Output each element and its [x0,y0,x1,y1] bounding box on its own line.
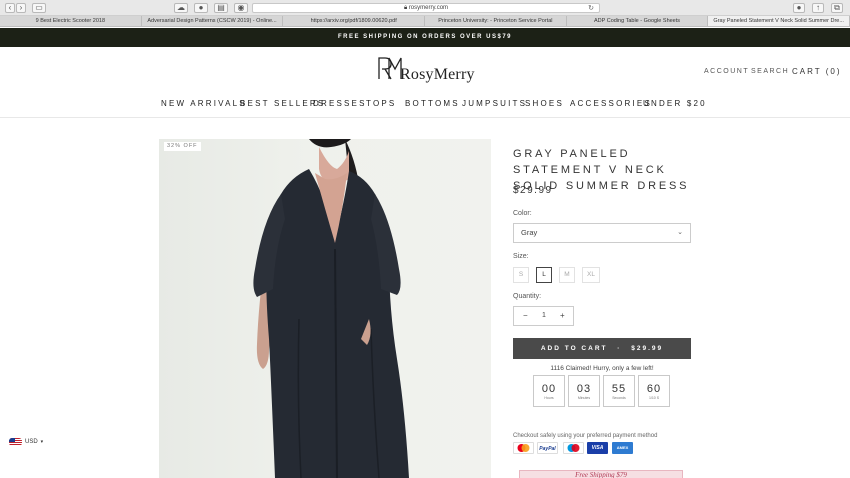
nav-item-jumpsuits[interactable]: JUMPSUITS [462,99,527,108]
countdown-minutes: 03 Minutes [568,375,600,407]
header-divider [0,117,850,118]
countdown-seconds: 55 Seconds [603,375,635,407]
site-logo[interactable]: RosyMerry [376,55,476,85]
size-label: Size: [513,253,529,260]
color-label: Color: [513,210,532,217]
reader-icon[interactable]: ▤ [214,3,228,13]
countdown-unit: Seconds [612,396,626,400]
nav-item-accessories[interactable]: ACCESSORIES [570,99,652,108]
product-price: $29.99 [513,185,553,196]
add-to-cart-price: $29.99 [631,345,664,352]
countdown-value: 55 [611,383,627,395]
visa-icon: VISA [587,442,608,454]
share-icon[interactable]: ↑ [812,3,824,13]
currency-code: USD [25,439,38,445]
amex-icon: AMEX [612,442,633,454]
tabs-overview-icon[interactable]: ⧉ [831,3,843,13]
currency-selector[interactable]: USD ▾ [9,436,43,448]
tab-bar: 9 Best Electric Scooter 2018 Adversarial… [0,16,850,27]
claimed-text: 1116 Claimed! Hurry, only a few left! [550,365,654,372]
chevron-down-icon: ⌄ [677,229,683,236]
countdown-hours: 00 Hours [533,375,565,407]
increase-quantity-button[interactable]: + [560,307,565,325]
browser-tab[interactable]: ADP Coding Table - Google Sheets [567,16,709,26]
browser-tab-active[interactable]: Gray Paneled Statement V Neck Solid Summ… [708,16,850,26]
mastercard-icon [513,442,534,454]
countdown-unit: Minutes [577,396,591,400]
browser-tab[interactable]: Princeton University: - Princeton Servic… [425,16,567,26]
dress-model-illustration [253,139,409,478]
checkout-safely-text: Checkout safely using your preferred pay… [513,433,658,439]
browser-toolbar: ‹ › ▭ ☁ ● ▤ ◉ 🔒︎ rosymerry.com ↻ ● ↑ ⧉ [0,0,850,16]
browser-tab[interactable]: 9 Best Electric Scooter 2018 [0,16,142,26]
paypal-icon: PayPal [537,442,558,454]
free-shipping-banner[interactable]: Free Shipping $79 [519,470,683,478]
countdown-unit: Hours [544,396,554,400]
separator-dot: · [617,345,622,352]
privacy-icon[interactable]: ● [194,3,208,13]
browser-tab[interactable]: https://arxiv.org/pdf/1809.00620.pdf [283,16,426,26]
us-flag-icon [9,438,22,446]
add-to-cart-button[interactable]: ADD TO CART · $29.99 [513,338,691,359]
size-option-s[interactable]: S [513,267,529,283]
reload-icon[interactable]: ↻ [588,4,594,13]
product-image[interactable] [159,139,491,478]
color-select[interactable]: Gray ⌄ [513,223,691,243]
color-select-value: Gray [521,228,538,237]
countdown-tenths: 60 1/10 S [638,375,670,407]
cart-link[interactable]: CART (0) [792,67,842,76]
forward-button[interactable]: › [16,3,26,13]
back-button[interactable]: ‹ [5,3,15,13]
countdown-value: 60 [646,383,662,395]
nav-item-tops[interactable]: TOPS [366,99,396,108]
url-text: rosymerry.com [408,5,449,11]
extension-icon[interactable]: ◉ [234,3,248,13]
downloads-icon[interactable]: ● [793,3,805,13]
quantity-label: Quantity: [513,293,542,300]
address-bar[interactable]: 🔒︎ rosymerry.com ↻ [252,3,600,13]
search-link[interactable]: SEARCH [751,68,789,75]
announcement-bar: FREE SHIPPING ON ORDERS OVER US$79 [0,28,850,47]
nav-item-under-20[interactable]: UNDER $20 [643,99,707,108]
nav-item-new-arrivals[interactable]: NEW ARRIVALS [161,99,247,108]
size-option-xl[interactable]: XL [582,267,600,283]
size-option-l[interactable]: L [536,267,552,283]
countdown-value: 00 [541,383,557,395]
cloud-icon[interactable]: ☁ [174,3,188,13]
nav-item-shoes[interactable]: SHOES [525,99,564,108]
sidebar-toggle-icon[interactable]: ▭ [32,3,46,13]
add-to-cart-label: ADD TO CART [540,345,608,352]
lock-icon: 🔒︎ [403,5,408,11]
size-option-m[interactable]: M [559,267,575,283]
account-link[interactable]: ACCOUNT [704,68,749,75]
discount-badge: 32% OFF [164,142,201,151]
nav-item-bottoms[interactable]: BOTTOMS [405,99,460,108]
maestro-icon [563,442,584,454]
main-nav: NEW ARRIVALS BEST SELLERS DRESSES TOPS B… [0,99,850,111]
chevron-down-icon: ▾ [40,439,44,445]
countdown-value: 03 [576,383,592,395]
quantity-stepper: − 1 + [513,306,574,326]
nav-item-dresses[interactable]: DRESSES [313,99,367,108]
countdown-unit: 1/10 S [648,396,660,400]
browser-tab[interactable]: Adversarial Design Patterns (CSCW 2019) … [142,16,284,26]
logo-text: RosyMerry [400,66,475,83]
quantity-value[interactable]: 1 [542,307,546,325]
logo-monogram-icon [378,57,402,80]
decrease-quantity-button[interactable]: − [523,307,528,325]
